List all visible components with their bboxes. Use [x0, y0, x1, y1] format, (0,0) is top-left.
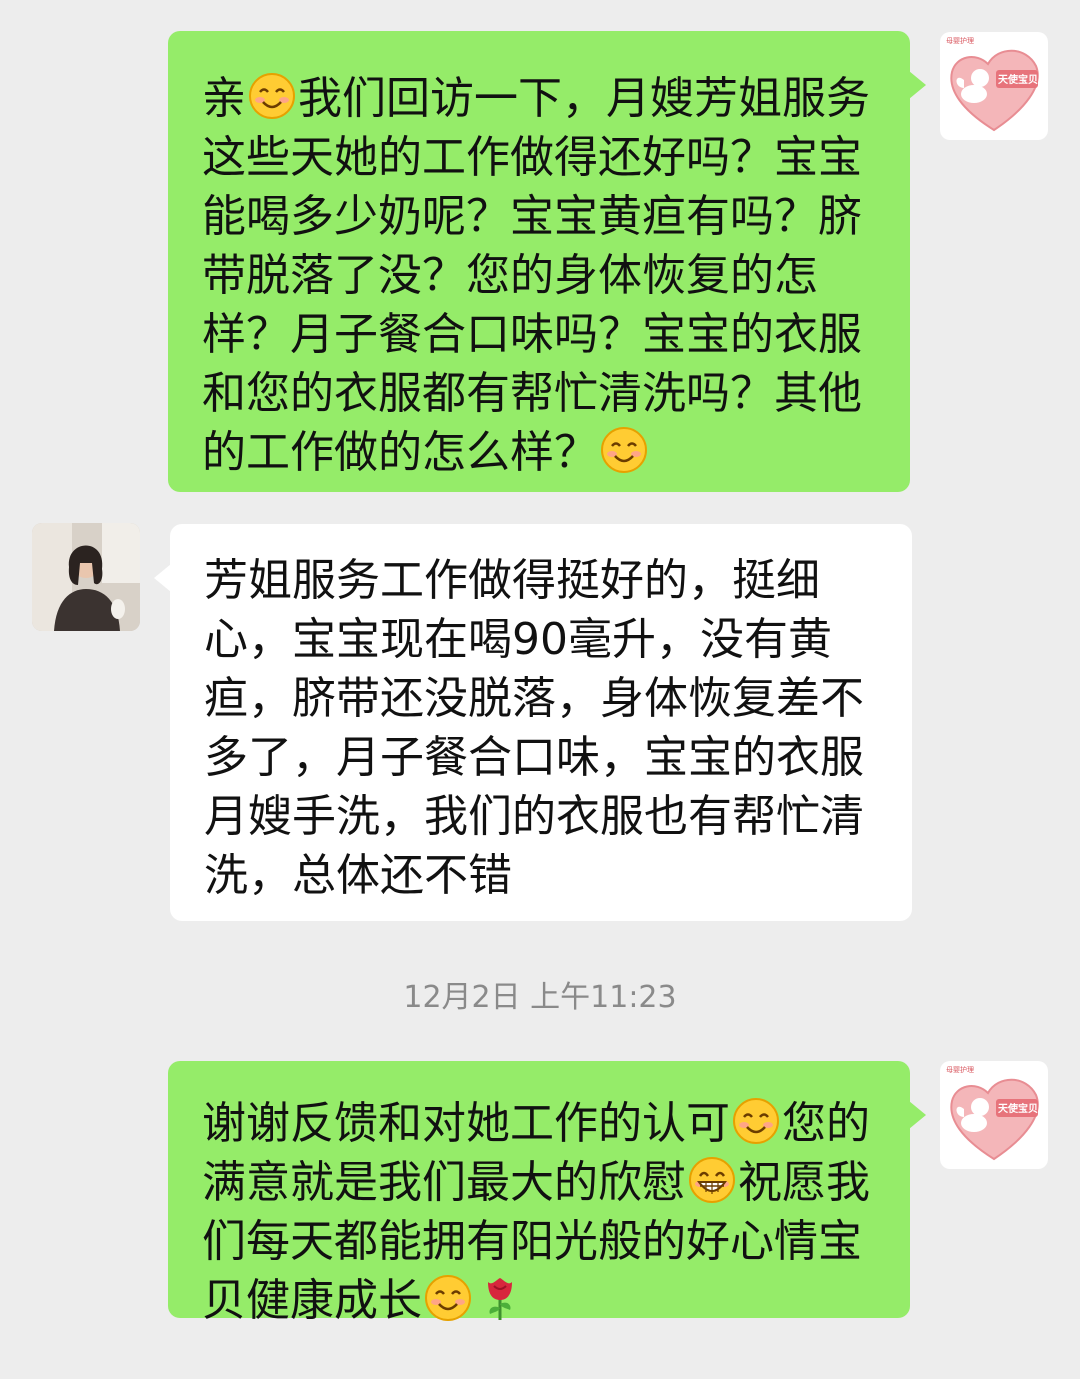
- message-text: 我们回访一下，月嫂芳姐服务这些天她的工作做得还好吗？宝宝能喝多少奶呢？宝宝黄疸有…: [202, 73, 870, 478]
- rose-emoji-icon: [488, 1278, 512, 1320]
- heart-angel-logo-icon: 母婴护理 天使宝贝: [946, 36, 1039, 132]
- logo-caption: 母婴护理: [946, 36, 974, 45]
- heart-angel-logo-icon: 母婴护理 天使宝贝: [946, 1065, 1039, 1161]
- outgoing-message-bubble[interactable]: 谢谢反馈和对她工作的认可 您的满意就是我们最大的欣慰 祝愿我们每天都能拥有阳光般的好…: [168, 1061, 926, 1326]
- message-timestamp: 12月2日 上午11:23: [403, 980, 677, 1015]
- outgoing-message-bubble[interactable]: 亲我们回访一下，月嫂芳姐服务这些天她的工作做得还好吗？宝宝能喝多少奶呢？宝宝黄疸…: [168, 31, 926, 492]
- grin-emoji-icon: [689, 1157, 735, 1203]
- smile-emoji-icon: [425, 1275, 471, 1321]
- sender-avatar[interactable]: 母婴护理 天使宝贝: [940, 1061, 1048, 1169]
- smile-emoji-icon: [733, 1098, 779, 1144]
- smile-emoji-icon: [249, 73, 295, 119]
- message-text: 谢谢反馈和对她工作的认可: [202, 1098, 730, 1149]
- logo-brand-text: 天使宝贝: [998, 1102, 1038, 1115]
- logo-brand-text: 天使宝贝: [998, 73, 1038, 86]
- smile-emoji-icon: [601, 427, 647, 473]
- contact-avatar[interactable]: [32, 523, 140, 631]
- user-photo-avatar: [32, 523, 140, 631]
- logo-caption: 母婴护理: [946, 1065, 974, 1074]
- sender-avatar[interactable]: 母婴护理 天使宝贝: [940, 32, 1048, 140]
- incoming-message-bubble[interactable]: 芳姐服务工作做得挺好的，挺细心，宝宝现在喝90毫升，没有黄疸，脐带还没脱落，身体…: [154, 524, 912, 921]
- message-text: 亲: [202, 73, 246, 124]
- message-text: 芳姐服务工作做得挺好的，挺细心，宝宝现在喝90毫升，没有黄疸，脐带还没脱落，身体…: [204, 555, 864, 901]
